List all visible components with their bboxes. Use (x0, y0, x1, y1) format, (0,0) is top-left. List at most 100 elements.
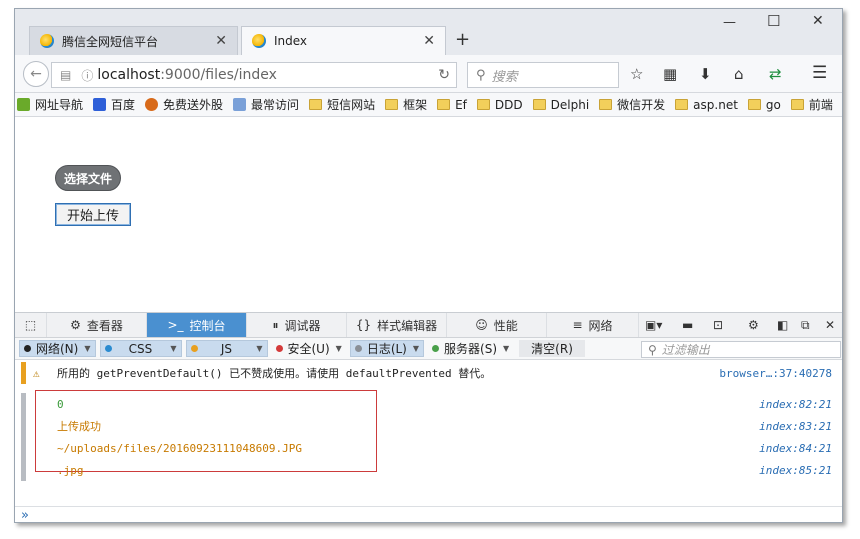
folder-icon (309, 99, 323, 110)
console-message-text: .jpg (57, 463, 84, 477)
start-upload-button[interactable]: 开始上传 (55, 203, 131, 226)
screenshot-icon[interactable]: ⊡ (713, 318, 723, 332)
filter-output-input[interactable]: ⚲ 过滤输出 (641, 341, 841, 358)
inspector-icon: ⚙ (70, 318, 81, 332)
devtools-tab-label: 调试器 (284, 318, 321, 333)
console-message-warning: ⚠ 所用的 getPreventDefault() 已不赞成使用。请使用 def… (15, 362, 842, 384)
chevron-down-icon: ▼ (256, 344, 263, 353)
filter-label: 安全(U) (287, 342, 330, 356)
bookmark-folder-ef[interactable]: Ef (437, 98, 467, 112)
url-bar[interactable]: ▤ ⓘ localhost :9000/files/index ↻ (51, 62, 457, 88)
close-window-icon[interactable]: ✕ (812, 13, 824, 29)
navigation-toolbar: ← ▤ ⓘ localhost :9000/files/index ↻ ⚲ 搜索… (15, 55, 842, 93)
console-source-link[interactable]: browser…:37:40278 (719, 367, 832, 380)
bookmark-folder-delphi[interactable]: Delphi (532, 98, 589, 112)
bookmark-folder-wechat[interactable]: 微信开发 (599, 96, 665, 113)
bookmark-folder-aspnet[interactable]: asp.net (675, 98, 738, 112)
sync-icon[interactable]: ⇄ (769, 65, 782, 83)
split-console-icon[interactable]: ▣▾ (645, 318, 662, 332)
element-picker-button[interactable]: ⬚ (15, 313, 47, 337)
dock-side-icon[interactable]: ◧ (777, 318, 788, 332)
folder-icon (790, 99, 804, 110)
reload-icon[interactable]: ↻ (438, 67, 450, 83)
console-message-text: 0 (57, 397, 64, 411)
folder-icon (747, 99, 761, 110)
menu-icon[interactable]: ☰ (812, 63, 827, 83)
filter-security[interactable]: 安全(U) ▼ (272, 340, 346, 357)
console-source-link[interactable]: index:82:21 (759, 398, 832, 411)
minimize-icon[interactable]: — (723, 15, 736, 30)
bookmark-label: 前端 (808, 98, 833, 112)
search-icon: ⚲ (648, 342, 657, 357)
folder-icon (599, 99, 613, 110)
folder-icon (532, 99, 546, 110)
close-tab-icon[interactable]: ✕ (423, 33, 435, 49)
tab-network[interactable]: ≡ 网络 (547, 313, 639, 337)
new-tab-icon[interactable]: + (455, 29, 470, 50)
tab-index[interactable]: Index ✕ (241, 26, 446, 55)
frequent-icon (233, 98, 247, 111)
bookmark-folder-frontend[interactable]: 前端 (790, 96, 833, 113)
tab-sms-platform[interactable]: 腾信全网短信平台 ✕ (29, 26, 238, 55)
site-favicon-icon (40, 34, 54, 48)
js-dot-icon (190, 345, 198, 352)
clear-console-button[interactable]: 清空(R) (519, 340, 585, 357)
info-icon[interactable]: ⓘ (81, 67, 93, 84)
element-picker-icon: ⬚ (24, 318, 37, 332)
bookmark-label: 框架 (403, 98, 428, 112)
console-message-text: ~/uploads/files/20160923111048609.JPG (57, 441, 303, 455)
bookmark-label: 百度 (111, 98, 136, 112)
log-gutter (21, 459, 26, 481)
tab-debugger[interactable]: ⏸ 调试器 (247, 313, 347, 337)
console-source-link[interactable]: index:85:21 (759, 464, 832, 477)
back-button[interactable]: ← (23, 61, 49, 87)
search-input[interactable]: ⚲ 搜索 (467, 62, 619, 88)
responsive-design-icon[interactable]: ▬ (682, 318, 693, 332)
bookmark-star-icon[interactable]: ☆ (630, 65, 643, 83)
bookmark-hao[interactable]: 网址导航 (17, 96, 83, 113)
console-message-text: 上传成功 (57, 420, 101, 433)
console-message-log: ~/uploads/files/20160923111048609.JPG in… (15, 437, 842, 459)
tab-console[interactable]: >_ 控制台 (147, 313, 247, 337)
devtools-tab-label: 查看器 (86, 318, 123, 333)
console-message-log: 上传成功 index:83:21 (15, 415, 842, 437)
network-dot-icon (24, 345, 31, 352)
bookmark-gift[interactable]: 免费送外股 (145, 96, 223, 113)
search-icon: ⚲ (476, 67, 486, 83)
home-icon[interactable]: ⌂ (734, 65, 744, 83)
maximize-icon[interactable]: ☐ (767, 12, 780, 30)
bookmark-folder-framework[interactable]: 框架 (385, 96, 427, 113)
console-source-link[interactable]: index:84:21 (759, 442, 832, 455)
close-devtools-icon[interactable]: ✕ (825, 318, 835, 332)
bookmark-folder-go[interactable]: go (747, 98, 781, 112)
filter-logging[interactable]: 日志(L) ▼ (349, 340, 425, 357)
filter-css[interactable]: CSS ▼ (99, 340, 182, 357)
undock-icon[interactable]: ⧉ (801, 318, 810, 333)
console-input[interactable]: » (15, 506, 842, 522)
tab-style-editor[interactable]: {} 样式编辑器 (347, 313, 447, 337)
console-source-link[interactable]: index:83:21 (759, 420, 832, 433)
devtools-toolbar: ⬚ ⚙ 查看器 >_ 控制台 ⏸ 调试器 {} 样式编辑器 ☺ 性能 ≡ 网络 … (15, 313, 842, 338)
bookmark-folder-ddd[interactable]: DDD (476, 98, 523, 112)
download-icon[interactable]: ⬇ (699, 65, 712, 83)
bookmark-label: 网址导航 (35, 98, 84, 112)
tab-performance[interactable]: ☺ 性能 (447, 313, 547, 337)
filter-server[interactable]: 服务器(S) ▼ (428, 340, 513, 357)
filter-network[interactable]: 网络(N) ▼ (19, 340, 96, 357)
page-list-icon[interactable]: ▤ (60, 68, 71, 82)
bookmark-folder-sms[interactable]: 短信网站 (309, 96, 375, 113)
url-host: localhost (97, 67, 161, 83)
debugger-icon: ⏸ (272, 317, 279, 332)
bookmark-baidu[interactable]: 百度 (93, 96, 135, 113)
chevron-down-icon: ▼ (412, 344, 420, 353)
devtools-tab-label: 样式编辑器 (377, 318, 438, 333)
choose-file-button[interactable]: 选择文件 (55, 165, 122, 191)
bookmark-frequent[interactable]: 最常访问 (233, 96, 299, 113)
tab-inspector[interactable]: ⚙ 查看器 (47, 313, 147, 337)
close-tab-icon[interactable]: ✕ (215, 33, 227, 49)
log-gutter (21, 393, 26, 415)
settings-gear-icon[interactable]: ⚙ (748, 318, 759, 332)
reading-list-icon[interactable]: ▦ (663, 65, 677, 83)
security-dot-icon (275, 345, 283, 352)
filter-js[interactable]: JS ▼ (185, 340, 268, 357)
